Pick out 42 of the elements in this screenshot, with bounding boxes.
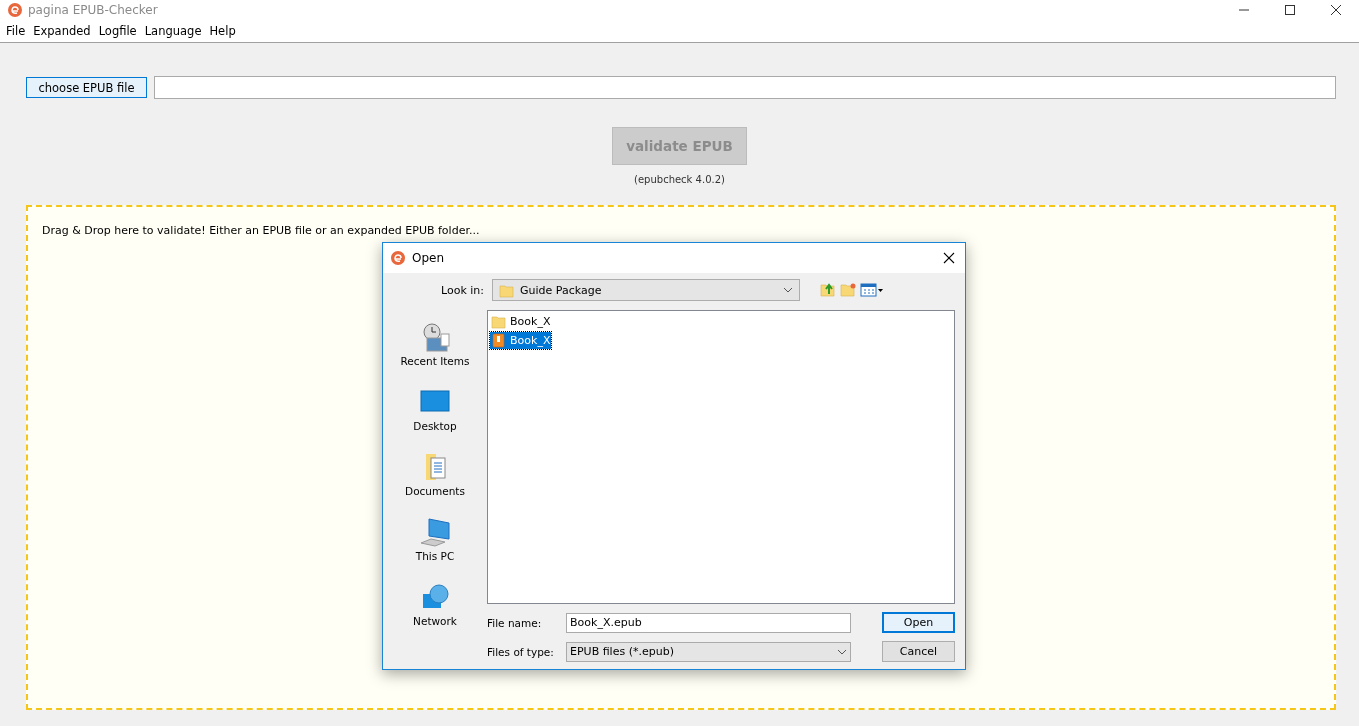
menu-item[interactable]: File bbox=[2, 24, 30, 38]
close-button[interactable] bbox=[943, 252, 955, 264]
menu-item[interactable]: Logfile bbox=[94, 24, 141, 38]
look-in-label: Look in: bbox=[441, 283, 484, 297]
drop-zone-text: Drag & Drop here to validate! Either an EPUB file or an expanded EPUB folder... bbox=[42, 224, 480, 237]
computer-icon bbox=[419, 517, 451, 547]
menu-item[interactable]: Help bbox=[205, 24, 240, 38]
version-text: (epubcheck 4.0.2) bbox=[634, 174, 725, 185]
sidebar-place[interactable]: Desktop bbox=[387, 387, 483, 432]
list-entry[interactable]: Book_X bbox=[490, 313, 552, 330]
folder-up-arrow-icon[interactable] bbox=[820, 282, 836, 298]
sidebar-place[interactable]: Network bbox=[387, 582, 483, 627]
chevron-down-icon bbox=[837, 648, 847, 655]
choose-file-button[interactable]: choose EPUB file bbox=[26, 77, 147, 98]
folder-icon bbox=[491, 314, 506, 329]
file-name-field[interactable]: Book_X.epub bbox=[566, 612, 851, 633]
sidebar-place[interactable]: Documents bbox=[387, 452, 483, 497]
view-menu-icon[interactable] bbox=[860, 282, 884, 298]
folder-icon bbox=[499, 282, 514, 298]
new-folder-icon[interactable] bbox=[840, 282, 856, 298]
app-logo-icon bbox=[8, 3, 22, 17]
maximize-button[interactable] bbox=[1284, 5, 1296, 15]
file-type-value: EPUB files (*.epub) bbox=[570, 645, 674, 658]
menu-item[interactable]: Language bbox=[140, 24, 206, 38]
look-in-dropdown[interactable]: Guide Package bbox=[492, 279, 800, 301]
dialog-title: Open bbox=[412, 251, 445, 265]
list-entry[interactable]: Book_X bbox=[490, 332, 552, 349]
close-button[interactable] bbox=[1330, 5, 1342, 15]
dialog-button[interactable]: Cancel bbox=[882, 641, 955, 662]
window-title: pagina EPUB-Checker bbox=[28, 3, 158, 17]
look-in-value: Guide Package bbox=[520, 283, 602, 297]
app-logo-icon bbox=[391, 251, 405, 265]
book-icon bbox=[491, 333, 506, 348]
sidebar-place[interactable]: This PC bbox=[387, 517, 483, 562]
chevron-down-icon bbox=[783, 287, 793, 293]
file-type-label: Files of type: bbox=[487, 645, 555, 658]
dialog-button[interactable]: Open bbox=[882, 612, 955, 633]
file-type-dropdown[interactable]: EPUB files (*.epub) bbox=[566, 641, 851, 662]
sidebar-place[interactable]: Recent Items bbox=[387, 322, 483, 367]
file-path-field[interactable] bbox=[154, 76, 1336, 99]
menu-item[interactable]: Expanded bbox=[29, 24, 95, 38]
file-name-label: File name: bbox=[487, 616, 543, 629]
